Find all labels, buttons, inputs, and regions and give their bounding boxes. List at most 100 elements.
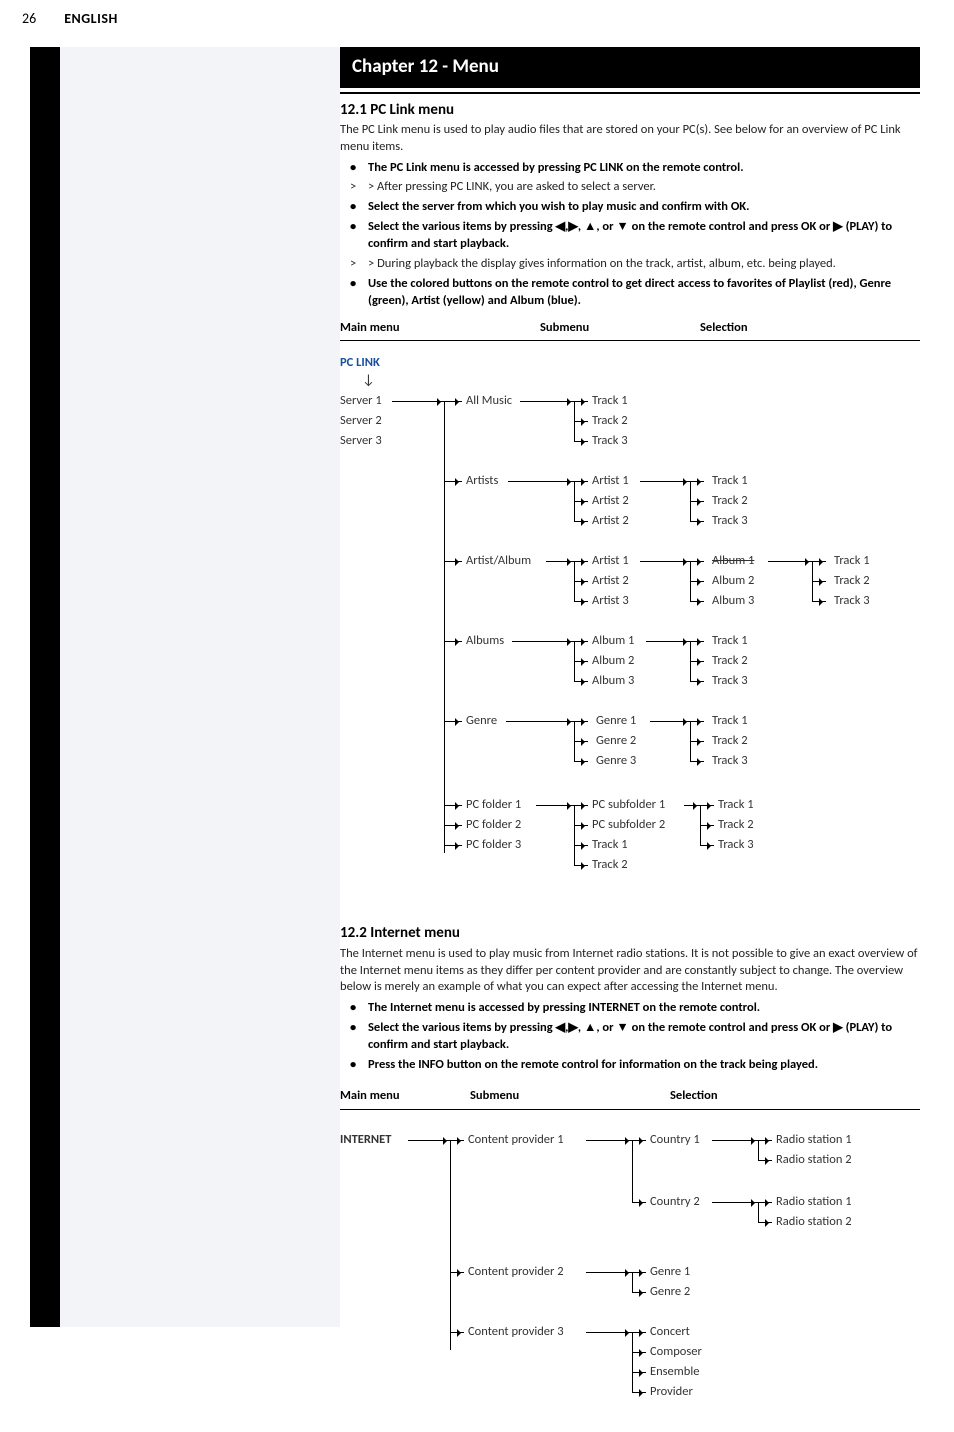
main-wrap: Chapter 12 - Menu 12.1 PC Link menu The … [30,47,954,1414]
genre-item: Genre 1 [596,713,636,730]
connector [444,825,462,826]
connector [632,1272,646,1273]
th-main: Main menu [340,320,540,337]
connector [700,805,714,806]
page-header: 26 ENGLISH [0,0,954,47]
connector [812,601,826,602]
connector [574,501,588,502]
track-item: Track 1 [712,473,748,490]
connector [690,721,704,722]
provider-item: Content provider 1 [468,1132,564,1149]
connector [812,581,826,582]
album-item: Album 1 [592,633,634,650]
connector [450,1140,451,1350]
category-item: Concert [650,1324,690,1341]
connector [574,641,588,642]
track-item: Track 2 [718,817,754,834]
th-sel: Selection [700,320,920,337]
connector [546,561,574,562]
track-item: Track 1 [834,553,870,570]
connector [712,1140,758,1141]
bullet: Use the colored buttons on the remote co… [340,276,920,310]
subfolder-item: Track 2 [592,857,628,874]
connector [690,741,704,742]
connector [712,1202,758,1203]
connector [650,721,690,722]
connector [574,721,588,722]
connector [444,845,462,846]
connector [690,481,704,482]
connector [392,401,444,402]
internet-diagram: INTERNET Content provider 1 Country 1 Ra… [340,1124,920,1414]
artist-item: Artist 1 [592,473,629,490]
connector [574,825,588,826]
connector [574,481,588,482]
pclink-root: PC LINK [340,355,380,372]
artist-item: Artist 2 [592,573,629,590]
album-item: Album 3 [592,673,634,690]
connector [586,1272,632,1273]
connector [690,521,704,522]
connector [690,581,704,582]
connector [506,721,574,722]
album-item: Album 2 [592,653,634,670]
bullet: Press the INFO button on the remote cont… [340,1057,920,1074]
connector [632,1292,646,1293]
category-item: Provider [650,1384,693,1401]
section-12-2-intro: The Internet menu is used to play music … [340,946,920,997]
genre-item: Genre 3 [596,753,636,770]
track-item: Track 3 [712,513,748,530]
radio-item: Radio station 2 [776,1214,852,1231]
connector [574,421,588,422]
connector [574,681,588,682]
track-item: Track 1 [718,797,754,814]
connector [574,805,575,865]
server-item: Server 1 [340,393,382,410]
connector [640,481,690,482]
chapter-title: Chapter 12 - Menu [340,47,920,88]
connector [574,741,588,742]
connector [520,401,574,402]
connector [508,481,574,482]
connector [758,1202,772,1203]
section-12-2-bullets: The Internet menu is accessed by pressin… [340,1000,920,1074]
connector [690,661,704,662]
connector [574,805,588,806]
content: Chapter 12 - Menu 12.1 PC Link menu The … [340,47,920,1414]
connector [758,1160,772,1161]
radio-item: Radio station 1 [776,1194,852,1211]
connector [574,865,588,866]
provider-item: Content provider 3 [468,1324,564,1341]
connector [586,1140,632,1141]
country-item: Country 2 [650,1194,700,1211]
album-item: Album 1 [712,553,754,570]
country-item: Country 1 [650,1132,700,1149]
connector [536,805,574,806]
connector [758,1202,759,1222]
section-12-1-bullets: The PC Link menu is accessed by pressing… [340,160,920,310]
artist-item: Artist 2 [592,493,629,510]
connector [812,561,826,562]
connector [684,805,700,806]
connector [632,1140,633,1202]
provider-item: Content provider 2 [468,1264,564,1281]
connector [632,1332,633,1392]
pclink-diagram: PC LINK ↓ Server 1 Server 2 Server 3 All… [340,355,920,905]
track-item: Track 2 [592,413,628,430]
connector [574,401,588,402]
subfolder-item: PC subfolder 2 [592,817,665,834]
th-sub: Submenu [540,320,700,337]
radio-item: Radio station 2 [776,1152,852,1169]
connector [444,401,445,853]
connector [512,641,574,642]
connector [700,845,714,846]
th-sub: Submenu [470,1088,670,1105]
submenu-item: Artist/Album [466,553,531,570]
internet-root: INTERNET [340,1132,391,1149]
section-12-1-intro: The PC Link menu is used to play audio f… [340,122,920,156]
connector [574,581,588,582]
connector [574,761,588,762]
connector [690,761,704,762]
radio-item: Radio station 1 [776,1132,852,1149]
bullet: The PC Link menu is accessed by pressing… [340,160,920,177]
